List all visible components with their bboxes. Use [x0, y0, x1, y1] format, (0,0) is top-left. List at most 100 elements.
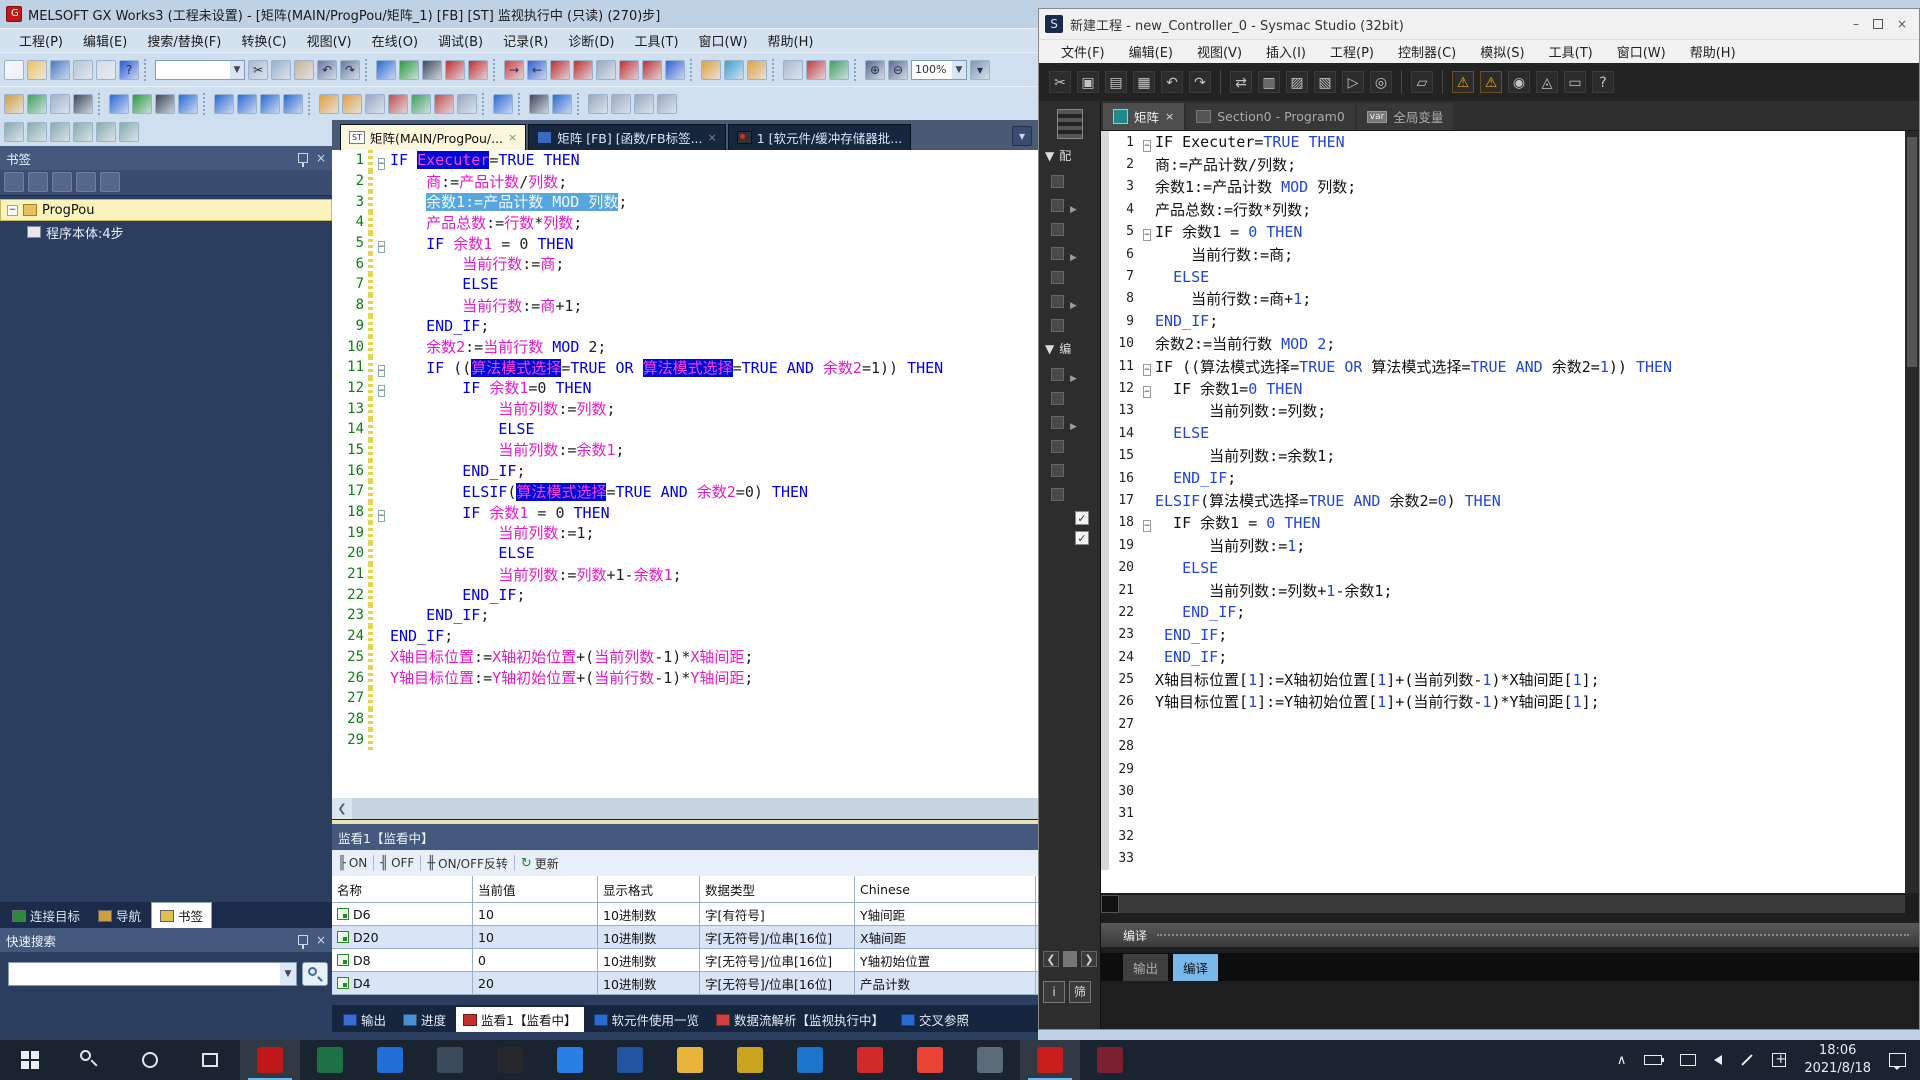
- window-gray-icon[interactable]: [783, 60, 803, 80]
- device-red2-icon[interactable]: [619, 60, 639, 80]
- copy-icon[interactable]: ▣: [1077, 71, 1099, 93]
- step-blue-icon[interactable]: [724, 60, 744, 80]
- bottom-tab-进度[interactable]: 进度: [396, 1007, 453, 1032]
- explorer-item-icon[interactable]: [1051, 223, 1064, 236]
- left-menu-调试(B)[interactable]: 调试(B): [429, 29, 492, 52]
- forced-refresh-icon[interactable]: ◉: [1508, 71, 1530, 93]
- minus-box-icon[interactable]: −: [1143, 520, 1150, 532]
- minus-box-icon[interactable]: −: [378, 241, 385, 253]
- close-icon[interactable]: ×: [1165, 110, 1174, 123]
- left-horizontal-scrollbar[interactable]: ❮: [332, 798, 1038, 819]
- bottom-tab-软元件使用一览[interactable]: 软元件使用一览: [587, 1007, 707, 1032]
- chevron-down-icon[interactable]: ▼: [952, 61, 966, 79]
- build-tab-编译[interactable]: 编译: [1173, 954, 1218, 981]
- left-menu-编辑(E)[interactable]: 编辑(E): [74, 29, 136, 52]
- device-gray-icon[interactable]: [596, 60, 616, 80]
- pin-icon[interactable]: [298, 153, 308, 163]
- media-taskbar-icon[interactable]: [480, 1040, 540, 1080]
- explorer-item-icon[interactable]: [1051, 175, 1064, 188]
- media-yellow-taskbar-icon[interactable]: [720, 1040, 780, 1080]
- window-green-icon[interactable]: [829, 60, 849, 80]
- chevron-right-icon[interactable]: ▶: [1070, 205, 1077, 215]
- search-doc-icon[interactable]: [50, 122, 70, 142]
- stamp-icon[interactable]: [96, 60, 116, 80]
- delete-all-bookmarks-icon[interactable]: [76, 172, 96, 192]
- step-orange2-icon[interactable]: [747, 60, 767, 80]
- win-a-icon[interactable]: [588, 94, 608, 114]
- explorer-item-icon[interactable]: [1051, 319, 1064, 332]
- chevron-right-icon[interactable]: ▶: [1070, 374, 1077, 384]
- quick-search-button[interactable]: [302, 962, 328, 986]
- step-orange1-icon[interactable]: [701, 60, 721, 80]
- sysmac-taskbar-icon[interactable]: [1020, 1040, 1080, 1080]
- fold-collapse-icon[interactable]: −: [373, 503, 390, 522]
- zoom-level-combo[interactable]: 100%▼: [911, 60, 967, 80]
- right-menu-模拟(S)[interactable]: 模拟(S): [1470, 40, 1534, 63]
- fb-red-icon[interactable]: [388, 94, 408, 114]
- device-find2-icon[interactable]: [573, 60, 593, 80]
- quick-search-combo[interactable]: ▼: [8, 962, 297, 986]
- zoom-in-icon[interactable]: ⊕: [865, 60, 885, 80]
- right-menu-工具(T)[interactable]: 工具(T): [1539, 40, 1603, 63]
- explorer-item-icon[interactable]: [1051, 368, 1064, 381]
- browser-taskbar-icon[interactable]: [540, 1040, 600, 1080]
- right-menu-视图(V)[interactable]: 视图(V): [1187, 40, 1252, 63]
- checkbox-checked[interactable]: ✓: [1075, 531, 1089, 545]
- help-icon[interactable]: ?: [119, 60, 139, 80]
- win-b-icon[interactable]: [611, 94, 631, 114]
- sidebar-tab-导航[interactable]: 导航: [90, 903, 149, 928]
- tree-item-程序本体:4步[interactable]: 程序本体:4步: [0, 221, 332, 243]
- cut-icon[interactable]: ✂: [1049, 71, 1071, 93]
- left-menu-记录(R)[interactable]: 记录(R): [494, 29, 557, 52]
- checkbox-checked[interactable]: ✓: [1075, 511, 1089, 525]
- list-green-icon[interactable]: [132, 94, 152, 114]
- delete-line-icon[interactable]: [119, 122, 139, 142]
- win-d-icon[interactable]: [657, 94, 677, 114]
- editor-tab-2[interactable]: 矩阵 [FB] [函数/FB标签...×: [528, 124, 725, 150]
- left-menu-视图(V)[interactable]: 视图(V): [298, 29, 361, 52]
- monitor-icon[interactable]: ▭: [1564, 71, 1586, 93]
- explorer-item-icon[interactable]: [1051, 199, 1064, 212]
- save-project-icon[interactable]: [50, 60, 70, 80]
- right-menu-帮助(H)[interactable]: 帮助(H): [1680, 40, 1746, 63]
- dev-k-icon[interactable]: [214, 94, 234, 114]
- alarm-icon[interactable]: ⚠: [1480, 71, 1502, 93]
- collapse-icon[interactable]: −: [7, 205, 18, 216]
- fold-collapse-icon[interactable]: −: [1139, 379, 1155, 398]
- run-mode-icon[interactable]: ▷: [1342, 71, 1364, 93]
- player-taskbar-icon[interactable]: [1080, 1040, 1140, 1080]
- explorer-item-icon[interactable]: [1051, 295, 1064, 308]
- minus-box-icon[interactable]: −: [378, 510, 385, 522]
- editor-tab-全局变量[interactable]: var全局变量: [1357, 103, 1454, 130]
- right-menu-编辑(E)[interactable]: 编辑(E): [1119, 40, 1183, 63]
- explorer-item-icon[interactable]: [1051, 488, 1064, 501]
- transfer-icon[interactable]: ▥: [1258, 71, 1280, 93]
- cortana-button[interactable]: [120, 1040, 180, 1080]
- window-split-icon[interactable]: [50, 94, 70, 114]
- compare-icon[interactable]: ▱: [1411, 71, 1433, 93]
- excel-taskbar-icon[interactable]: [300, 1040, 360, 1080]
- cut-icon[interactable]: ✂: [248, 60, 268, 80]
- warning-triangle-icon[interactable]: ⚠: [1452, 71, 1474, 93]
- bottom-tab-输出[interactable]: 输出: [336, 1007, 393, 1032]
- tree-item-ProgPou[interactable]: −ProgPou: [0, 199, 332, 221]
- bottom-tab-数据流解析【监视执行中】[interactable]: 数据流解析【监视执行中】: [709, 1007, 891, 1032]
- watch-row-D8[interactable]: D8010进制数字[无符号]/位串[16位]Y轴初始位置: [332, 949, 1038, 972]
- chevron-right-icon[interactable]: ▶: [1070, 253, 1077, 263]
- watch-toolbar-toggle-on-off[interactable]: ╫ON/OFF反转: [427, 855, 508, 872]
- print-icon[interactable]: [73, 60, 93, 80]
- copy-icon[interactable]: [271, 60, 291, 80]
- explorer-section-programming[interactable]: ▼ 编: [1039, 336, 1100, 361]
- undo-icon[interactable]: ↶: [1161, 71, 1183, 93]
- photos-taskbar-icon[interactable]: [360, 1040, 420, 1080]
- edge-taskbar-icon[interactable]: [780, 1040, 840, 1080]
- find-blue-icon[interactable]: [178, 94, 198, 114]
- close-icon[interactable]: ×: [1897, 17, 1907, 31]
- explorer-item-icon[interactable]: [1051, 440, 1064, 453]
- list-blue-icon[interactable]: [109, 94, 129, 114]
- chevron-down-icon[interactable]: ▼: [230, 61, 244, 79]
- remote-desktop-taskbar-icon[interactable]: [420, 1040, 480, 1080]
- left-menu-转换(C)[interactable]: 转换(C): [232, 29, 295, 52]
- column-header-显示格式[interactable]: 显示格式: [598, 876, 700, 902]
- pager-knob[interactable]: [1063, 951, 1077, 967]
